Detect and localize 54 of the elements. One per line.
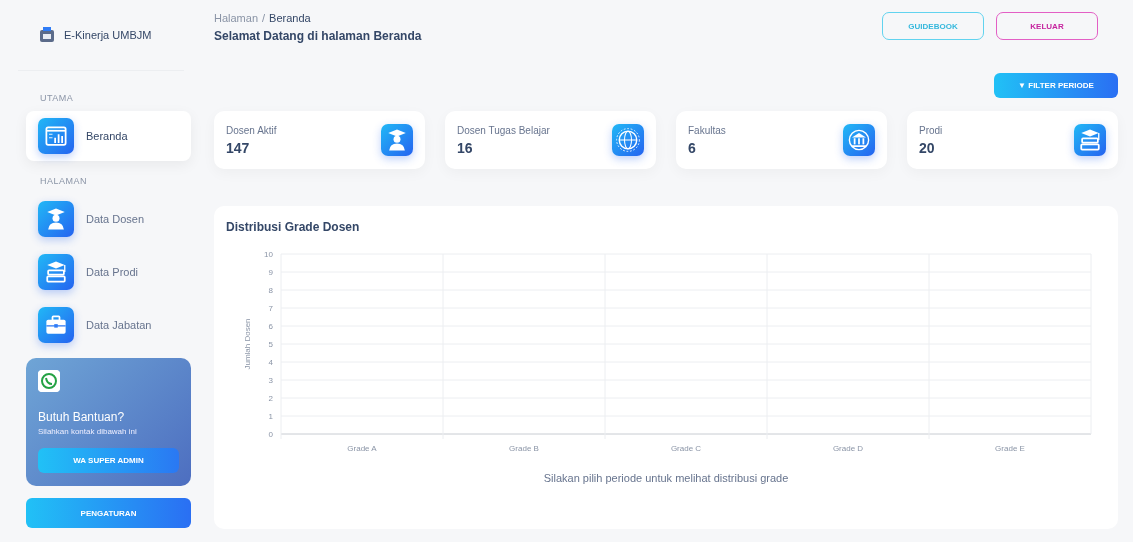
category-label: Grade E <box>995 444 1025 453</box>
category-label: Grade C <box>670 444 702 453</box>
axis-title: Jumlah Dosen <box>243 318 252 370</box>
help-title: Butuh Bantuan? <box>38 410 126 424</box>
page-title: Selamat Datang di halaman Beranda <box>214 29 422 43</box>
stat-value: 16 <box>457 139 474 156</box>
help-text: Silahkan kontak dibawah ini <box>38 427 138 436</box>
settings-button[interactable]: PENGATURAN <box>26 498 191 528</box>
chat-icon <box>38 370 60 392</box>
sidebar-item[interactable]: Data Prodi <box>26 247 191 297</box>
logout-button[interactable]: KELUAR <box>996 12 1098 40</box>
section-title: HALAMAN <box>39 175 88 188</box>
breadcrumb-item: / <box>262 12 266 24</box>
stat-label: Fakultas <box>688 124 726 136</box>
tick-label: 6 <box>268 322 273 331</box>
breadcrumb-item: Beranda <box>269 12 311 24</box>
stat-value: 6 <box>688 139 697 156</box>
books-icon <box>1074 124 1106 156</box>
sidebar-item[interactable]: Beranda <box>26 111 191 161</box>
stat-label: Prodi <box>919 124 943 136</box>
category-label: Grade A <box>347 444 377 453</box>
sidebar-item[interactable]: Data Dosen <box>26 194 191 244</box>
chart-title: Distribusi Grade Dosen <box>226 220 361 234</box>
chart-message: Silakan pilih periode untuk melihat distribusi grade <box>542 472 790 484</box>
logo-icon <box>38 26 56 44</box>
stat-label: Dosen Aktif <box>226 124 277 136</box>
stat-label: Dosen Tugas Belajar <box>457 124 550 136</box>
tick-label: 3 <box>268 376 273 385</box>
filter-button[interactable]: ▼ FILTER PERIODE <box>994 73 1118 98</box>
tick-label: 10 <box>264 250 273 259</box>
tick-label: 8 <box>268 286 273 295</box>
category-label: Grade D <box>832 444 864 453</box>
logo-text: E-Kinerja UMBJM <box>64 29 152 41</box>
graduate-icon <box>381 124 413 156</box>
tick-label: 7 <box>268 304 273 313</box>
globe-icon <box>612 124 644 156</box>
dashboard-icon <box>38 118 74 154</box>
tick-label: 1 <box>268 412 273 421</box>
building-icon <box>843 124 875 156</box>
tick-label: 9 <box>268 268 273 277</box>
graduate-icon <box>38 201 74 237</box>
breadcrumb-item[interactable]: Halaman <box>214 12 259 24</box>
briefcase-icon <box>38 307 74 343</box>
whatsapp-button[interactable]: WA SUPER ADMIN <box>38 448 179 473</box>
tick-label: 5 <box>268 340 273 349</box>
tick-label: 2 <box>268 394 273 403</box>
sidebar-item[interactable]: Data Jabatan <box>26 300 191 350</box>
tick-label: 4 <box>268 358 273 367</box>
tick-label: 0 <box>268 430 273 439</box>
stat-value: 147 <box>226 139 251 156</box>
stat-value: 20 <box>919 139 936 156</box>
category-label: Grade B <box>509 444 539 453</box>
section-title: UTAMA <box>39 92 75 105</box>
books-icon <box>38 254 74 290</box>
